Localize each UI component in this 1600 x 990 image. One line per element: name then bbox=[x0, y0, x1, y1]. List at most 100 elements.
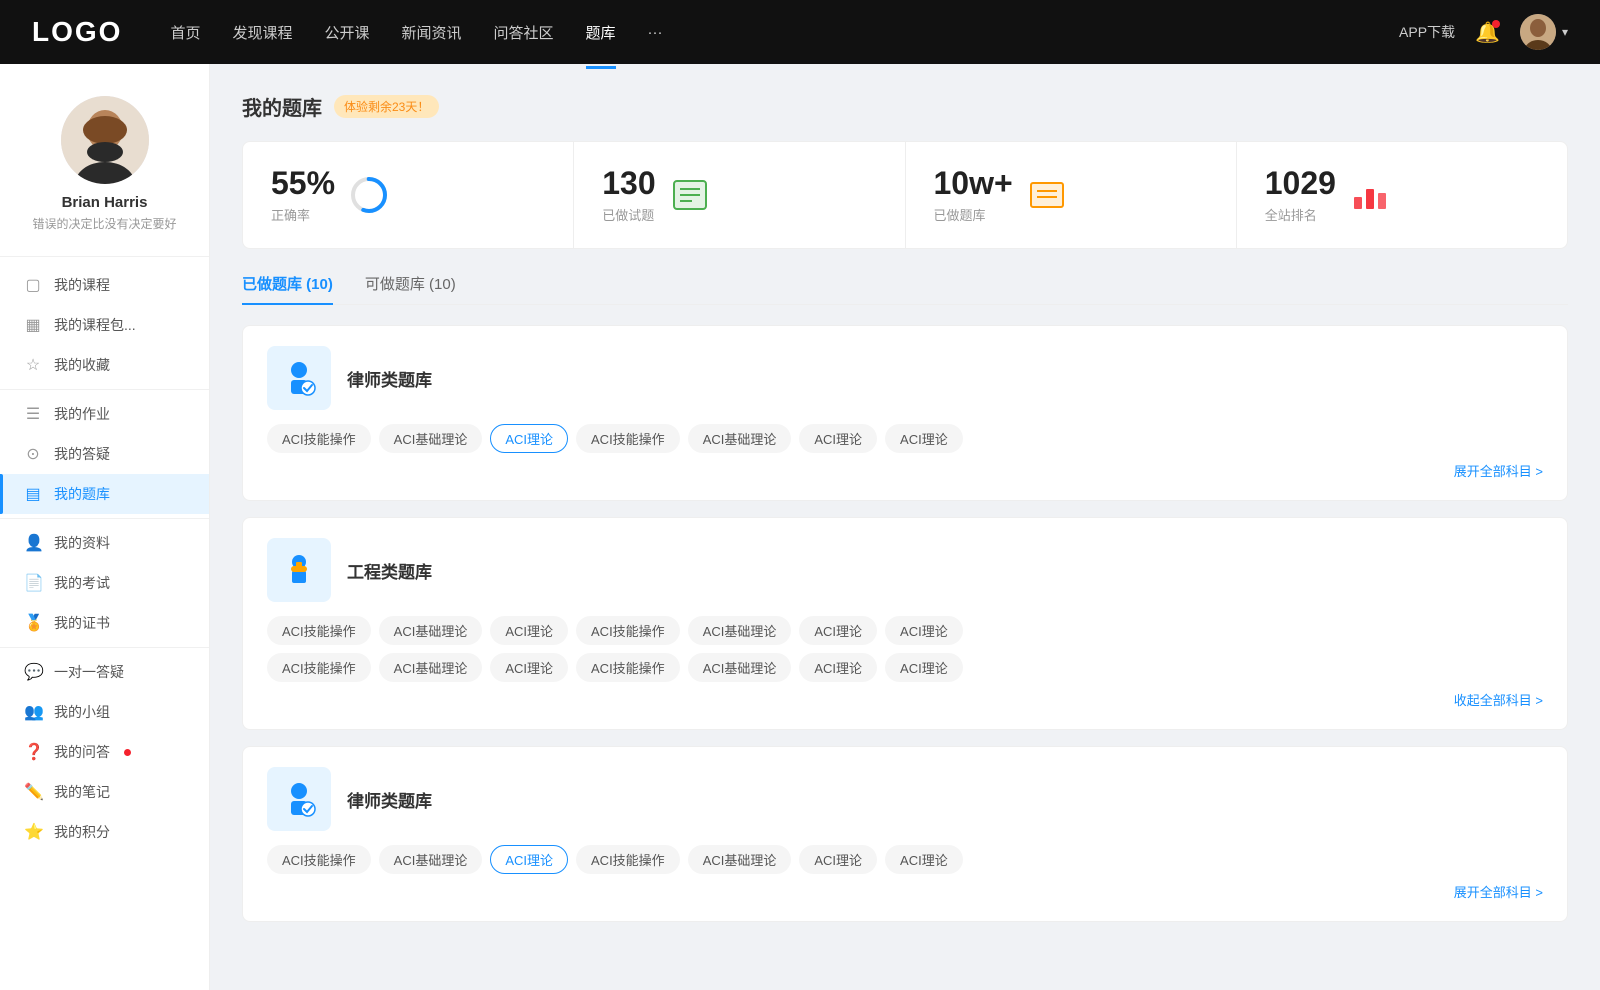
bank-card-name-lawyer-2: 律师类题库 bbox=[347, 787, 432, 812]
navbar: LOGO 首页 发现课程 公开课 新闻资讯 问答社区 题库 ··· APP下载 … bbox=[0, 0, 1600, 64]
sidebar-item-qa[interactable]: ⊙ 我的答疑 bbox=[0, 434, 209, 474]
collapse-btn-engineer[interactable]: 收起全部科目 > bbox=[267, 690, 1543, 709]
stat-value-donequestions: 130 bbox=[602, 166, 655, 201]
tag-lawyer2-4[interactable]: ACI基础理论 bbox=[688, 845, 792, 874]
tag-eng-r1-5[interactable]: ACI理论 bbox=[799, 616, 877, 645]
nav-news[interactable]: 新闻资讯 bbox=[402, 18, 462, 47]
tag-eng-r2-4[interactable]: ACI基础理论 bbox=[688, 653, 792, 682]
sidebar-item-exam[interactable]: 📄 我的考试 bbox=[0, 563, 209, 603]
chevron-down-icon: ▾ bbox=[1562, 25, 1568, 39]
profile-name: Brian Harris bbox=[62, 194, 148, 211]
tag-eng-r1-0[interactable]: ACI技能操作 bbox=[267, 616, 371, 645]
onetoone-icon: 💬 bbox=[24, 662, 42, 682]
tag-eng-r2-1[interactable]: ACI基础理论 bbox=[379, 653, 483, 682]
notes-icon: ✏️ bbox=[24, 782, 42, 802]
nav-discover[interactable]: 发现课程 bbox=[232, 18, 292, 47]
notification-bell[interactable]: 🔔 bbox=[1475, 20, 1500, 45]
expand-btn-lawyer-2[interactable]: 展开全部科目 > bbox=[267, 882, 1543, 901]
navbar-menu: 首页 发现课程 公开课 新闻资讯 问答社区 题库 ··· bbox=[170, 18, 1399, 47]
bank-card-lawyer-1: 律师类题库 ACI技能操作 ACI基础理论 ACI理论 ACI技能操作 ACI基… bbox=[242, 325, 1568, 501]
sidebar-item-coursepack[interactable]: ▦ 我的课程包... bbox=[0, 305, 209, 345]
sidebar-item-homework[interactable]: ☰ 我的作业 bbox=[0, 394, 209, 434]
lawyer-bank-icon-2 bbox=[267, 767, 331, 831]
sidebar-label-coursepack: 我的课程包... bbox=[54, 315, 136, 335]
tag-eng-r1-1[interactable]: ACI基础理论 bbox=[379, 616, 483, 645]
nav-qa[interactable]: 问答社区 bbox=[494, 18, 554, 47]
tag-lawyer2-0[interactable]: ACI技能操作 bbox=[267, 845, 371, 874]
tag-lawyer2-3[interactable]: ACI技能操作 bbox=[576, 845, 680, 874]
sidebar-item-favorites[interactable]: ☆ 我的收藏 bbox=[0, 345, 209, 385]
tab-available-banks[interactable]: 可做题库 (10) bbox=[365, 273, 456, 304]
tags-row-lawyer-2: ACI技能操作 ACI基础理论 ACI理论 ACI技能操作 ACI基础理论 AC… bbox=[267, 845, 1543, 874]
points-icon: ⭐ bbox=[24, 822, 42, 842]
tags-row-engineer-2: ACI技能操作 ACI基础理论 ACI理论 ACI技能操作 ACI基础理论 AC… bbox=[267, 653, 1543, 682]
tags-row-engineer-1: ACI技能操作 ACI基础理论 ACI理论 ACI技能操作 ACI基础理论 AC… bbox=[267, 616, 1543, 645]
banks-icon bbox=[1027, 175, 1067, 215]
tag-eng-r1-6[interactable]: ACI理论 bbox=[885, 616, 963, 645]
sidebar-divider-1 bbox=[0, 389, 209, 390]
navbar-right: APP下载 🔔 ▾ bbox=[1399, 14, 1568, 50]
logo[interactable]: LOGO bbox=[32, 16, 122, 48]
page-header: 我的题库 体验剩余23天！ bbox=[242, 92, 1568, 121]
nav-more[interactable]: ··· bbox=[648, 20, 663, 45]
sidebar-label-points: 我的积分 bbox=[54, 822, 110, 842]
app-download-link[interactable]: APP下载 bbox=[1399, 22, 1455, 42]
sidebar-label-profile: 我的资料 bbox=[54, 533, 110, 553]
sidebar-item-questionbank[interactable]: ▤ 我的题库 bbox=[0, 474, 209, 514]
tag-lawyer1-6[interactable]: ACI理论 bbox=[885, 424, 963, 453]
sidebar-label-exam: 我的考试 bbox=[54, 573, 110, 593]
tag-lawyer2-5[interactable]: ACI理论 bbox=[799, 845, 877, 874]
exam-icon: 📄 bbox=[24, 573, 42, 593]
stat-value-correctrate: 55% bbox=[271, 166, 335, 201]
expand-btn-lawyer-1[interactable]: 展开全部科目 > bbox=[267, 461, 1543, 480]
sidebar-item-notes[interactable]: ✏️ 我的笔记 bbox=[0, 772, 209, 812]
nav-questionbank[interactable]: 题库 bbox=[586, 18, 616, 47]
tag-lawyer2-1[interactable]: ACI基础理论 bbox=[379, 845, 483, 874]
nav-home[interactable]: 首页 bbox=[170, 18, 200, 47]
tag-eng-r1-3[interactable]: ACI技能操作 bbox=[576, 616, 680, 645]
sidebar-item-points[interactable]: ⭐ 我的积分 bbox=[0, 812, 209, 852]
sidebar-item-certificate[interactable]: 🏅 我的证书 bbox=[0, 603, 209, 643]
sidebar-item-mycourse[interactable]: ▢ 我的课程 bbox=[0, 265, 209, 305]
bank-card-name-engineer: 工程类题库 bbox=[347, 558, 432, 583]
sidebar-label-favorites: 我的收藏 bbox=[54, 355, 110, 375]
engineer-bank-icon bbox=[267, 538, 331, 602]
tag-lawyer1-3[interactable]: ACI技能操作 bbox=[576, 424, 680, 453]
star-icon: ☆ bbox=[24, 355, 42, 375]
certificate-icon: 🏅 bbox=[24, 613, 42, 633]
sidebar-label-myqa: 我的问答 bbox=[54, 742, 110, 762]
tag-eng-r2-3[interactable]: ACI技能操作 bbox=[576, 653, 680, 682]
tag-lawyer1-5[interactable]: ACI理论 bbox=[799, 424, 877, 453]
stat-ranking: 1029 全站排名 bbox=[1237, 142, 1567, 248]
avatar bbox=[1520, 14, 1556, 50]
homework-icon: ☰ bbox=[24, 404, 42, 424]
sidebar-item-onetoone[interactable]: 💬 一对一答疑 bbox=[0, 652, 209, 692]
nav-opencourse[interactable]: 公开课 bbox=[324, 18, 369, 47]
tag-lawyer2-6[interactable]: ACI理论 bbox=[885, 845, 963, 874]
stat-label-donequestions: 已做试题 bbox=[602, 205, 655, 224]
sidebar-item-myqa[interactable]: ❓ 我的问答 bbox=[0, 732, 209, 772]
tag-eng-r1-2[interactable]: ACI理论 bbox=[490, 616, 568, 645]
stat-label-correctrate: 正确率 bbox=[271, 205, 335, 224]
tag-lawyer1-2[interactable]: ACI理论 bbox=[490, 424, 568, 453]
tag-lawyer2-2[interactable]: ACI理论 bbox=[490, 845, 568, 874]
tag-lawyer1-4[interactable]: ACI基础理论 bbox=[688, 424, 792, 453]
user-avatar-menu[interactable]: ▾ bbox=[1520, 14, 1568, 50]
stats-row: 55% 正确率 130 已做试题 bbox=[242, 141, 1568, 249]
stat-value-donebanks: 10w+ bbox=[934, 166, 1013, 201]
tag-eng-r2-6[interactable]: ACI理论 bbox=[885, 653, 963, 682]
coursepack-icon: ▦ bbox=[24, 315, 42, 335]
tag-eng-r2-2[interactable]: ACI理论 bbox=[490, 653, 568, 682]
tag-eng-r2-0[interactable]: ACI技能操作 bbox=[267, 653, 371, 682]
stat-label-donebanks: 已做题库 bbox=[934, 205, 1013, 224]
profile-motto: 错误的决定比没有决定要好 bbox=[32, 215, 176, 232]
sidebar-item-profile[interactable]: 👤 我的资料 bbox=[0, 523, 209, 563]
sidebar: Brian Harris 错误的决定比没有决定要好 ▢ 我的课程 ▦ 我的课程包… bbox=[0, 64, 210, 990]
tag-eng-r1-4[interactable]: ACI基础理论 bbox=[688, 616, 792, 645]
sidebar-item-group[interactable]: 👥 我的小组 bbox=[0, 692, 209, 732]
tab-done-banks[interactable]: 已做题库 (10) bbox=[242, 273, 333, 304]
stat-value-ranking: 1029 bbox=[1265, 166, 1336, 201]
tag-lawyer1-1[interactable]: ACI基础理论 bbox=[379, 424, 483, 453]
tag-eng-r2-5[interactable]: ACI理论 bbox=[799, 653, 877, 682]
tag-lawyer1-0[interactable]: ACI技能操作 bbox=[267, 424, 371, 453]
